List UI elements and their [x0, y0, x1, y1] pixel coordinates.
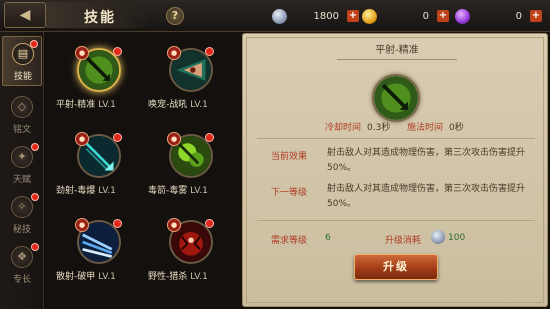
help-button[interactable]: ?: [166, 7, 184, 25]
crest-icon: ❖: [11, 246, 33, 268]
divider: [257, 220, 535, 221]
skill-type-badge: ●: [75, 218, 89, 232]
skill-slot-poison-arrow[interactable]: ● 毒箭-毒雾 LV.1: [148, 132, 236, 200]
notification-dot: [113, 219, 122, 228]
currency-silver: 1800 +: [272, 8, 359, 24]
silver-coin-icon: [431, 230, 445, 244]
skill-type-badge: ●: [75, 132, 89, 146]
silver-amount: 1800: [313, 10, 339, 22]
upgrade-cost-label: 升级消耗: [385, 236, 422, 246]
tome-icon: ✧: [11, 196, 33, 218]
skill-type-badge: ●: [167, 46, 181, 60]
gem-amount: 0: [515, 10, 522, 22]
back-button[interactable]: ◀: [4, 2, 46, 28]
add-silver-button[interactable]: +: [347, 10, 359, 22]
notification-dot: [205, 133, 214, 142]
required-level-label: 需求等级: [271, 236, 308, 246]
skill-slot-wild-hunt[interactable]: ● 野性-猎杀 LV.1: [148, 218, 236, 286]
skill-slot-flat-shot[interactable]: ● 平射-精准 LV.1: [56, 46, 144, 114]
gold-coin-icon: [362, 8, 377, 24]
skill-type-badge: ●: [167, 218, 181, 232]
sidebar-item-inscription[interactable]: ◇ 铭文: [2, 90, 42, 140]
cast-time-info: 施法时间 0秒: [407, 123, 464, 133]
rune-icon: ◇: [11, 96, 33, 118]
notification-dot: [31, 193, 39, 201]
cooldown-info: 冷却时间 0.3秒: [325, 123, 391, 133]
wings-icon: ✦: [11, 146, 33, 168]
add-gem-button[interactable]: +: [530, 10, 542, 22]
skill-type-badge: ●: [167, 132, 181, 146]
skill-type-badge: ●: [75, 46, 89, 60]
next-level-label: 下一等级: [271, 188, 308, 198]
notification-dot: [205, 219, 214, 228]
sidebar-item-label: 专长: [12, 275, 31, 285]
notification-dot: [113, 47, 122, 56]
skill-label: 平射-精准 LV.1: [56, 100, 116, 110]
sidebar-item-label: 天赋: [12, 175, 31, 185]
notification-dot: [30, 40, 38, 48]
current-effect-label: 当前效果: [271, 152, 308, 162]
sidebar: ▤ 技能 ◇ 铭文 ✦ 天赋 ✧ 秘技 ❖ 专长: [0, 32, 44, 309]
required-level-value: 6: [325, 233, 331, 243]
sidebar-item-label: 技能: [13, 72, 32, 82]
skill-detail-title: 平射-精准: [337, 44, 457, 60]
page-title: 技能: [84, 10, 116, 26]
skill-slot-scatter-shot[interactable]: ● 散射-破甲 LV.1: [56, 218, 144, 286]
skill-label: 毒箭-毒雾 LV.1: [148, 186, 208, 196]
skill-label: 野性-猎杀 LV.1: [148, 272, 208, 282]
skill-slot-summon-roar[interactable]: ● 唤宠-战吼 LV.1: [148, 46, 236, 114]
notification-dot: [31, 143, 39, 151]
notification-dot: [31, 243, 39, 251]
silver-coin-icon: [272, 8, 287, 24]
gold-amount: 0: [422, 10, 429, 22]
sidebar-item-talent[interactable]: ✦ 天赋: [2, 140, 42, 190]
purple-gem-icon: [455, 8, 470, 24]
skill-grid: ● 平射-精准 LV.1 ● 唤宠-战吼 LV.1 ● 劲射-毒爆 LV.1 ● 毒箭…: [48, 34, 236, 307]
back-arrow-icon: ◀: [19, 7, 31, 23]
skill-slot-power-shot[interactable]: ● 劲射-毒爆 LV.1: [56, 132, 144, 200]
divider: [257, 138, 535, 139]
notification-dot: [113, 133, 122, 142]
skill-label: 散射-破甲 LV.1: [56, 272, 116, 282]
skill-label: 劲射-毒爆 LV.1: [56, 186, 116, 196]
add-gold-button[interactable]: +: [437, 10, 449, 22]
currency-gem: 0 +: [455, 8, 542, 24]
skill-detail-panel: 平射-精准 冷却时间 0.3秒 施法时间 0秒 当前效果 射击敌人对其造成物理伤害，…: [242, 33, 548, 307]
sidebar-item-secret[interactable]: ✧ 秘技: [2, 190, 42, 240]
arrow-shot-icon: [372, 74, 420, 122]
skill-label: 唤宠-战吼 LV.1: [148, 100, 208, 110]
current-effect-text: 射击敌人对其造成物理伤害，第三次攻击伤害提升50%。: [327, 148, 526, 173]
sidebar-item-label: 秘技: [12, 225, 31, 235]
upgrade-button[interactable]: 升级: [354, 254, 438, 280]
next-level-text: 射击敌人对其造成物理伤害，第三次攻击伤害提升50%。: [327, 184, 526, 209]
sidebar-item-specialty[interactable]: ❖ 专长: [2, 240, 42, 290]
sidebar-item-skills[interactable]: ▤ 技能: [2, 36, 42, 86]
upgrade-cost-value: 100: [448, 233, 466, 243]
notification-dot: [205, 47, 214, 56]
currency-gold: 0 +: [362, 8, 449, 24]
sidebar-item-label: 铭文: [12, 125, 31, 135]
top-bar: ◀ 技能 ? 1800 + 0 + 0 +: [0, 0, 550, 32]
